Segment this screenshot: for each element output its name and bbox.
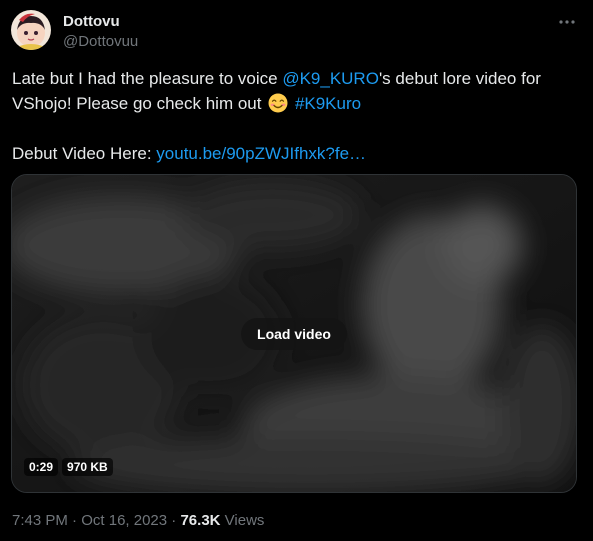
tweet-paragraph-2: Debut Video Here: youtu.be/90pZWJIfhxk?f… (12, 141, 572, 166)
avatar[interactable] (11, 10, 51, 50)
tweet: Dottovu @Dottovuu Late but I had the ple… (0, 0, 593, 541)
user-handle[interactable]: @Dottovuu (63, 32, 138, 52)
video-size-badge: 970 KB (62, 458, 113, 476)
tweet-paragraph-1: Late but I had the pleasure to voice @K9… (12, 66, 572, 116)
views-label: Views (224, 512, 265, 529)
link-prefix: Debut Video Here: (12, 144, 157, 163)
meta-separator: · (72, 512, 78, 529)
more-icon (559, 20, 575, 24)
mention-link[interactable]: @K9_KURO (282, 69, 379, 88)
display-name[interactable]: Dottovu (63, 13, 138, 31)
tweet-meta: 7:43 PM · Oct 16, 2023 · 76.3K Views (12, 511, 264, 531)
video-duration-badge: 0:29 (24, 458, 59, 476)
tweet-time[interactable]: 7:43 PM (12, 512, 68, 529)
tweet-text: Late but I had the pleasure to voice @K9… (12, 66, 572, 166)
hashtag-link[interactable]: #K9Kuro (295, 94, 361, 113)
smiling-face-icon (268, 93, 288, 113)
avatar-image (11, 10, 51, 50)
tweet-text-part: Late but I had the pleasure to voice (12, 69, 283, 88)
video-player[interactable]: Load video 0:29 970 KB (11, 174, 577, 493)
views-count: 76.3K (180, 512, 221, 529)
tweet-date[interactable]: Oct 16, 2023 (81, 512, 167, 529)
load-video-button[interactable]: Load video (241, 317, 347, 350)
meta-separator: · (171, 512, 177, 529)
more-options-button[interactable] (555, 10, 579, 34)
video-url-link[interactable]: youtu.be/90pZWJIfhxk?fe… (156, 144, 366, 163)
media-badges: 0:29 970 KB (24, 458, 113, 476)
author-info: Dottovu @Dottovuu (63, 13, 138, 52)
